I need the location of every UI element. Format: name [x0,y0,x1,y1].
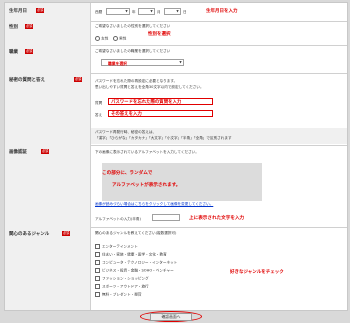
checkbox[interactable] [95,268,100,273]
interest-option[interactable]: エンターテインメント [95,244,138,250]
day-unit: 日 [183,10,187,14]
chevron-down-icon: ▼ [176,9,179,13]
checkbox[interactable] [95,284,100,289]
required-badge: 必須 [25,49,34,54]
radio-female[interactable] [95,36,100,41]
answer-annotation: その答えを入力 [111,112,142,117]
interest-option-label: スポーツ・アウトドア・旅行 [102,284,149,289]
year-unit: 年 [132,10,136,14]
secret-label: 秘密の質問と答え [9,78,45,83]
captcha-row: 画像認証 必須 下の画像に表示されているアルファベットを入力してください。 この… [5,145,347,228]
question-annotation: パスワードを忘れた際の質問を入力 [111,100,182,105]
gender-instruction: ご希望なさいましたの性別を選択してください [95,24,171,28]
interest-option[interactable]: コンピュータ・テクノロジー・インターネット [95,260,177,266]
day-select[interactable]: ▼ [164,8,181,15]
required-badge: 必須 [62,231,71,236]
interests-row: 関心のあるジャンル 必須 関心のあるジャンルを教えてください(複数選択可) 好き… [5,227,347,310]
interest-option-label: ビジネス・投資・金融・SOHO・ベンチャー [102,268,174,273]
occupation-label-cell: 職業 必須 [5,45,91,73]
captcha-input[interactable] [152,214,180,221]
gender-annotation: 性別を選択 [148,32,171,37]
interests-instruction: 関心のあるジャンルを教えてください(複数選択可) [95,231,177,235]
interest-option-label: エンターテインメント [102,244,138,249]
secret-note2: 「漢字」「ひらがな」「カタカナ」「大文字」「小文字」「半角」「全角」で区別されま… [95,136,232,140]
checkbox[interactable] [95,260,100,265]
required-badge: 必須 [25,24,34,29]
question-input[interactable]: パスワードを忘れた際の質問を入力 [108,98,213,105]
required-badge: 必須 [74,77,83,82]
occupation-label: 職業 [9,50,18,55]
occupation-select-value: 職業を選択 [108,61,127,66]
interest-option[interactable]: ビジネス・投資・金融・SOHO・ベンチャー [95,268,174,274]
captcha-input-label: アルファベットの入力(半角) [95,217,141,221]
gender-label-cell: 性別 必須 [5,21,91,45]
chevron-down-icon: ▼ [125,9,128,13]
registration-form: 生年月日 必須 西暦 ▼ 年 ▼ 月 ▼ 日 生年月日を入力 性別 必須 ご希望… [4,2,348,311]
secret-label-cell: 秘密の質問と答え 必須 [5,73,91,145]
secret-note1: パスワード再発行時、秘密の答えは、 [95,130,157,134]
gender-male-label: 男性 [119,36,127,41]
interests-annotation: 好きなジャンルをチェック [230,270,284,275]
gender-male-option[interactable]: 男性 [113,36,126,42]
gender-row: 性別 必須 ご希望なさいましたの性別を選択してください 性別を選択 女性 男性 [5,21,347,46]
interest-option-label: ファッション・ショッピング [102,276,149,281]
captcha-instruction: 下の画像に表示されているアルファベットを入力してください。 [95,150,199,154]
radio-male[interactable] [113,36,118,41]
captcha-annotation-line1: この部分に、ランダムで [102,171,153,176]
captcha-image: この部分に、ランダムで アルファベットが表示されます。 [102,163,262,201]
interests-label-cell: 関心のあるジャンル 必須 [5,227,91,310]
birthday-annotation: 生年月日を入力 [206,9,238,14]
captcha-label-cell: 画像認証 必須 [5,145,91,227]
chevron-down-icon: ▼ [179,60,182,64]
interest-option[interactable]: 無料・プレゼント・懸賞 [95,292,142,298]
birthday-row: 生年月日 必須 西暦 ▼ 年 ▼ 月 ▼ 日 生年月日を入力 [5,3,347,22]
gender-label: 性別 [9,25,18,30]
required-badge: 必須 [36,8,45,13]
interest-option[interactable]: スポーツ・アウトドア・旅行 [95,284,149,290]
interest-option-label: 住まい・家族・健康・医学・文化・教育 [102,252,167,257]
occupation-select[interactable]: 職業を選択 ▼ [101,59,184,66]
secret-line2: 思い出しやすい質問と答えを全角30文字以内で設定してください。 [95,85,204,89]
gender-female-option[interactable]: 女性 [95,36,108,42]
year-select[interactable]: ▼ [106,8,130,15]
interest-option[interactable]: ファッション・ショッピング [95,276,149,282]
checkbox[interactable] [95,252,100,257]
interest-option-label: コンピュータ・テクノロジー・インターネット [102,260,178,265]
month-unit: 月 [157,10,161,14]
interest-option-label: 無料・プレゼント・懸賞 [102,292,142,297]
interests-label: 関心のあるジャンル [9,232,50,237]
secret-line1: パスワードを忘れた際の再設定に必要となります。 [95,79,178,83]
secret-question-row: 秘密の質問と答え 必須 パスワードを忘れた際の再設定に必要となります。 思い出し… [5,73,347,146]
checkbox[interactable] [95,276,100,281]
question-label: 質問 [95,101,103,105]
captcha-refresh-link[interactable]: 画像が読みづらい場合はこちらをクリックして画像を変更してください。 [95,202,213,207]
checkbox[interactable] [95,244,100,249]
secret-note-box: パスワード再発行時、秘密の答えは、 「漢字」「ひらがな」「カタカナ」「大文字」「… [91,128,347,144]
checkbox[interactable] [95,292,100,297]
month-select[interactable]: ▼ [138,8,155,15]
gender-female-label: 女性 [101,36,109,41]
confirm-button[interactable]: 確認画面へ [150,313,192,321]
answer-label: 答え [95,113,103,117]
captcha-label: 画像認証 [9,150,27,155]
answer-input[interactable]: その答えを入力 [108,110,213,117]
occupation-instruction: ご希望なさいましたの職業を選択してください [95,49,171,53]
era-label: 西暦 [95,10,103,14]
birthday-label-cell: 生年月日 必須 [5,3,91,21]
required-badge: 必須 [41,149,50,154]
birthday-label: 生年月日 [9,9,27,14]
interest-option[interactable]: 住まい・家族・健康・医学・文化・教育 [95,252,167,258]
chevron-down-icon: ▼ [150,9,153,13]
captcha-annotation-line2: アルファベットが表示されます。 [112,183,181,188]
occupation-row: 職業 必須 ご希望なさいましたの職業を選択してください 職業を選択 ▼ [5,45,347,74]
captcha-input-annotation: 上に表示された文字を入力 [189,216,245,221]
